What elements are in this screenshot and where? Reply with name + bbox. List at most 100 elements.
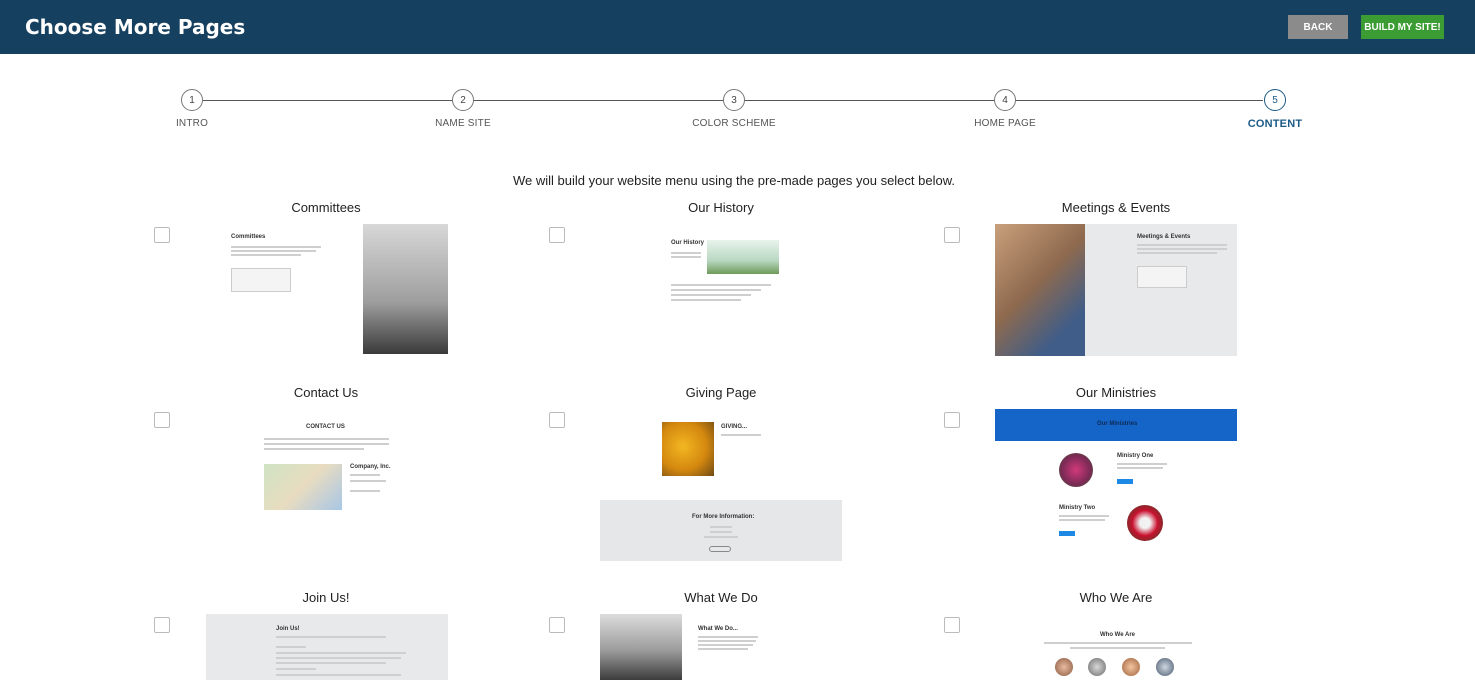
thumbnail-contact-us[interactable]: CONTACT US Company, Inc. bbox=[258, 418, 396, 518]
page-title-our-ministries: Our Ministries bbox=[1075, 385, 1157, 400]
thumb-text-line bbox=[1059, 519, 1105, 521]
thumb-heading: Our Ministries bbox=[1097, 421, 1138, 427]
thumb-text-line bbox=[1137, 248, 1227, 250]
thumb-subheading: Ministry One bbox=[1117, 453, 1154, 459]
thumb-heading: Join Us! bbox=[276, 626, 300, 632]
step-number: 2 bbox=[452, 89, 474, 111]
forest-image bbox=[363, 224, 448, 354]
step-label: INTRO bbox=[175, 118, 209, 129]
thumb-button bbox=[709, 546, 731, 552]
page-title-our-history: Our History bbox=[688, 200, 754, 215]
step-intro[interactable]: 1 INTRO bbox=[122, 89, 262, 129]
thumb-text-line bbox=[1059, 515, 1109, 517]
map-image bbox=[264, 464, 342, 510]
thumb-text-line bbox=[350, 480, 386, 482]
checkbox-contact-us[interactable] bbox=[154, 412, 170, 428]
thumb-text-line bbox=[1044, 642, 1192, 644]
thumb-box bbox=[231, 268, 291, 292]
thumb-text-line bbox=[264, 443, 389, 445]
page-title-committees: Committees bbox=[291, 200, 361, 215]
thumbnail-what-we-do[interactable]: What We Do... bbox=[600, 614, 775, 680]
thumb-text-line bbox=[698, 648, 748, 650]
avatar bbox=[1156, 658, 1174, 676]
thumb-text-line bbox=[276, 668, 316, 670]
checkbox-what-we-do[interactable] bbox=[549, 617, 565, 633]
thumb-text-line bbox=[276, 636, 386, 638]
checkbox-who-we-are[interactable] bbox=[944, 617, 960, 633]
thumb-text-line bbox=[710, 526, 732, 528]
thumb-text-line bbox=[671, 284, 771, 286]
avatar bbox=[1122, 658, 1140, 676]
step-label: NAME SITE bbox=[435, 118, 491, 129]
checkbox-join-us[interactable] bbox=[154, 617, 170, 633]
build-my-site-button[interactable]: BUILD MY SITE! bbox=[1361, 15, 1444, 39]
checkbox-committees[interactable] bbox=[154, 227, 170, 243]
thumbnail-meetings-events[interactable]: Meetings & Events bbox=[995, 224, 1237, 356]
thumb-text-line bbox=[276, 674, 401, 676]
wreath-image bbox=[1127, 505, 1163, 541]
thumb-text-line bbox=[721, 434, 761, 436]
thumb-text-line bbox=[671, 299, 741, 301]
thumb-text-line bbox=[710, 531, 732, 533]
thumbnail-join-us[interactable]: Join Us! bbox=[206, 614, 448, 680]
thumb-text-line bbox=[1137, 244, 1227, 246]
thumb-text-line bbox=[264, 438, 389, 440]
thumb-text-line bbox=[671, 289, 761, 291]
step-color-scheme[interactable]: 3 COLOR SCHEME bbox=[664, 89, 804, 129]
thumb-text-line bbox=[671, 294, 751, 296]
thumbnail-committees[interactable]: Committees bbox=[225, 224, 448, 354]
thumb-text-line bbox=[276, 646, 306, 648]
avatar bbox=[1055, 658, 1073, 676]
step-number: 4 bbox=[994, 89, 1016, 111]
checkbox-giving-page[interactable] bbox=[549, 412, 565, 428]
thumb-text-line bbox=[704, 536, 738, 538]
checkbox-our-ministries[interactable] bbox=[944, 412, 960, 428]
thumbnail-our-ministries[interactable]: Our Ministries Ministry One Ministry Two bbox=[995, 409, 1237, 550]
thumb-subheading: Ministry Two bbox=[1059, 505, 1096, 511]
thumb-button bbox=[1059, 531, 1075, 536]
page-title-giving-page: Giving Page bbox=[685, 385, 757, 400]
thumb-text-line bbox=[231, 254, 301, 256]
thumbnail-giving-page[interactable]: GIVING... For More Information: bbox=[600, 418, 842, 561]
step-home-page[interactable]: 4 HOME PAGE bbox=[935, 89, 1075, 129]
thumb-subheading: For More Information: bbox=[692, 514, 755, 520]
family-image bbox=[995, 224, 1085, 356]
step-number: 1 bbox=[181, 89, 203, 111]
top-bar: Choose More Pages BACK BUILD MY SITE! bbox=[0, 0, 1475, 54]
step-number: 3 bbox=[723, 89, 745, 111]
thumb-text-line bbox=[1117, 467, 1163, 469]
thumb-text-line bbox=[698, 636, 758, 638]
sunflower-image bbox=[662, 422, 714, 476]
thumb-heading: Who We Are bbox=[1100, 632, 1136, 638]
thumbnail-our-history[interactable]: Our History bbox=[665, 234, 780, 314]
step-content[interactable]: 5 CONTENT bbox=[1205, 89, 1345, 130]
page-title: Choose More Pages bbox=[25, 15, 246, 39]
instruction-text: We will build your website menu using th… bbox=[513, 173, 955, 188]
step-label: HOME PAGE bbox=[974, 118, 1036, 129]
step-name-site[interactable]: 2 NAME SITE bbox=[393, 89, 533, 129]
thumb-text-line bbox=[671, 252, 701, 254]
thumb-heading: What We Do... bbox=[698, 626, 738, 632]
thumb-box bbox=[1137, 266, 1187, 288]
info-section: For More Information: bbox=[600, 500, 842, 561]
thumb-subheading: Company, Inc. bbox=[350, 464, 391, 470]
thumb-text-line bbox=[1137, 252, 1217, 254]
checkbox-our-history[interactable] bbox=[549, 227, 565, 243]
thumb-heading: GIVING... bbox=[721, 424, 748, 430]
thumb-text-line bbox=[276, 662, 386, 664]
thumb-heading: Committees bbox=[231, 234, 266, 240]
forest-image bbox=[600, 614, 682, 680]
lighthouse-image bbox=[707, 240, 779, 274]
thumb-text-line bbox=[1070, 647, 1165, 649]
back-button[interactable]: BACK bbox=[1288, 15, 1348, 39]
avatar bbox=[1088, 658, 1106, 676]
thumbnail-who-we-are[interactable]: Who We Are bbox=[1030, 626, 1205, 680]
page-title-contact-us: Contact Us bbox=[293, 385, 359, 400]
checkbox-meetings-events[interactable] bbox=[944, 227, 960, 243]
page-title-who-we-are: Who We Are bbox=[1079, 590, 1153, 605]
thumb-text-line bbox=[698, 644, 753, 646]
thumb-heading: Meetings & Events bbox=[1137, 234, 1191, 240]
thumb-text-line bbox=[231, 250, 316, 252]
thumb-text-line bbox=[1117, 463, 1167, 465]
thumb-text-line bbox=[698, 640, 756, 642]
